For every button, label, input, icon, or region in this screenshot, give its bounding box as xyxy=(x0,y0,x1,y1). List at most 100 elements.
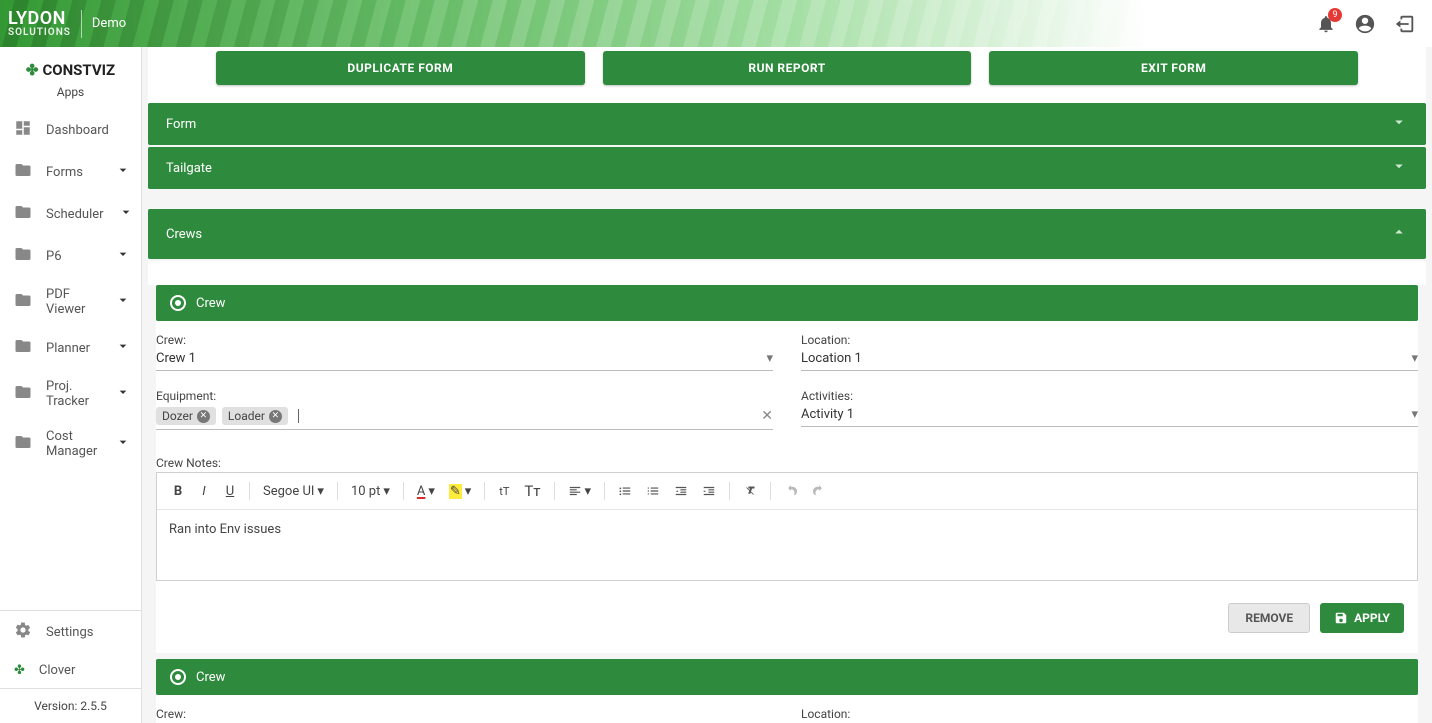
crew-notes-label: Crew Notes: xyxy=(156,456,1418,470)
demo-label: Demo xyxy=(92,16,126,31)
accordion-label: Tailgate xyxy=(166,161,212,176)
sidebar-item-forms[interactable]: Forms xyxy=(0,151,141,193)
apply-button[interactable]: APPLY xyxy=(1320,603,1404,633)
chevron-down-icon xyxy=(115,292,131,312)
sidebar: ✤ CONSTVIZ Apps Dashboard Forms Schedule… xyxy=(0,47,142,723)
brand-sub: SOLUTIONS xyxy=(8,28,71,38)
text-cursor xyxy=(298,409,299,423)
dropdown-caret-icon: ▾ xyxy=(428,484,435,499)
accordion-crews[interactable]: Crews xyxy=(148,209,1426,259)
radio-selected-icon xyxy=(170,295,186,311)
crew-label: Crew: xyxy=(156,333,773,347)
activities-label: Activities: xyxy=(801,389,1418,403)
folder-icon xyxy=(14,203,32,225)
sidebar-item-dashboard[interactable]: Dashboard xyxy=(0,109,141,151)
text-color-button[interactable]: A ▾ xyxy=(412,481,440,502)
dropdown-caret-icon: ▾ xyxy=(465,484,472,499)
sidebar-item-cost-manager[interactable]: Cost Manager xyxy=(0,419,141,469)
crew-section-header[interactable]: Crew xyxy=(156,659,1418,695)
accordion-label: Form xyxy=(166,117,196,132)
sidebar-item-pdf-viewer[interactable]: PDF Viewer xyxy=(0,277,141,327)
undo-button[interactable] xyxy=(779,481,803,501)
sidebar-item-proj-tracker[interactable]: Proj. Tracker xyxy=(0,369,141,419)
underline-button[interactable]: U xyxy=(219,481,241,502)
location-label: Location: xyxy=(801,333,1418,347)
chip-remove-icon[interactable]: ✕ xyxy=(269,410,282,423)
settings-icon xyxy=(14,621,32,643)
activities-value: Activity 1 xyxy=(801,407,854,422)
chip-label: Loader xyxy=(228,409,265,423)
rte-textarea[interactable]: Ran into Env issues xyxy=(157,510,1417,580)
app-header: LYDON SOLUTIONS Demo 9 xyxy=(0,0,1432,47)
folder-icon xyxy=(14,245,32,267)
sidebar-item-label: Proj. Tracker xyxy=(46,379,101,409)
run-report-button[interactable]: RUN REPORT xyxy=(603,51,972,85)
chevron-down-icon xyxy=(118,204,134,224)
sidebar-item-planner[interactable]: Planner xyxy=(0,327,141,369)
sidebar-item-settings[interactable]: Settings xyxy=(0,611,141,653)
dashboard-icon xyxy=(14,119,32,141)
indent-button[interactable] xyxy=(697,481,721,501)
italic-button[interactable]: I xyxy=(193,481,215,502)
highlight-color-button[interactable]: ✎ ▾ xyxy=(444,481,476,502)
clear-format-button[interactable] xyxy=(738,481,762,501)
font-size-select[interactable]: 10 pt ▾ xyxy=(346,481,395,502)
exit-form-button[interactable]: EXIT FORM xyxy=(989,51,1358,85)
crew-header-label: Crew xyxy=(196,296,225,311)
dropdown-caret-icon: ▾ xyxy=(766,351,773,366)
accordion-form[interactable]: Form xyxy=(148,103,1426,145)
notifications-button[interactable]: 9 xyxy=(1316,14,1336,34)
sidebar-item-label: Clover xyxy=(39,663,131,678)
equipment-multiselect[interactable]: Dozer ✕ Loader ✕ ✕ xyxy=(156,405,773,430)
chip-remove-icon[interactable]: ✕ xyxy=(197,410,210,423)
clear-icon[interactable]: ✕ xyxy=(761,408,773,424)
account-button[interactable] xyxy=(1354,13,1376,35)
crew-section-header[interactable]: Crew xyxy=(156,285,1418,321)
sidebar-item-label: Cost Manager xyxy=(46,429,101,459)
dropdown-caret-icon: ▾ xyxy=(383,484,390,499)
sidebar-item-label: Planner xyxy=(46,341,101,356)
chevron-down-icon xyxy=(115,384,131,404)
redo-button[interactable] xyxy=(807,481,831,501)
dropdown-caret-icon: ▾ xyxy=(1411,407,1418,422)
remove-button[interactable]: REMOVE xyxy=(1228,603,1310,633)
exit-icon xyxy=(1394,13,1416,35)
outdent-button[interactable] xyxy=(669,481,693,501)
chevron-down-icon xyxy=(115,434,131,454)
decrease-size-button[interactable]: tT xyxy=(493,482,515,501)
align-button[interactable]: ▾ xyxy=(563,481,597,502)
duplicate-form-button[interactable]: DUPLICATE FORM xyxy=(216,51,585,85)
clover-icon: ✤ xyxy=(26,61,39,79)
accordion-tailgate[interactable]: Tailgate xyxy=(148,147,1426,189)
bold-button[interactable]: B xyxy=(167,481,189,502)
apply-label: APPLY xyxy=(1354,611,1390,625)
number-list-button[interactable] xyxy=(641,481,665,501)
accordion-label: Crews xyxy=(166,227,202,242)
sidebar-item-clover[interactable]: ✤ Clover xyxy=(0,653,141,688)
chevron-down-icon xyxy=(115,162,131,182)
equipment-label: Equipment: xyxy=(156,389,773,403)
bullet-list-button[interactable] xyxy=(613,481,637,501)
brand-main: LYDON xyxy=(8,10,71,28)
chevron-down-icon xyxy=(1390,113,1408,135)
crew-value: Crew 1 xyxy=(156,351,196,366)
sidebar-item-p6[interactable]: P6 xyxy=(0,235,141,277)
location-label: Location: xyxy=(801,707,1418,721)
equipment-chip: Dozer ✕ xyxy=(156,407,216,425)
increase-size-button[interactable]: Tт xyxy=(519,479,545,503)
folder-icon xyxy=(14,383,32,405)
crew-select[interactable]: Crew 1 ▾ xyxy=(156,349,773,371)
chevron-down-icon xyxy=(115,338,131,358)
chip-label: Dozer xyxy=(162,409,193,423)
folder-icon xyxy=(14,161,32,183)
logout-button[interactable] xyxy=(1394,13,1416,35)
chevron-up-icon xyxy=(1390,223,1408,245)
crew-form-body: Crew: Crew 1 ▾ Location: Location 1 ▾ xyxy=(156,321,1418,599)
activities-select[interactable]: Activity 1 ▾ xyxy=(801,405,1418,427)
clover-icon: ✤ xyxy=(14,663,25,678)
location-select[interactable]: Location 1 ▾ xyxy=(801,349,1418,371)
sidebar-item-label: Dashboard xyxy=(46,123,131,138)
sidebar-item-scheduler[interactable]: Scheduler xyxy=(0,193,141,235)
font-family-select[interactable]: Segoe UI ▾ xyxy=(258,481,329,502)
brand: LYDON SOLUTIONS Demo xyxy=(0,10,126,38)
